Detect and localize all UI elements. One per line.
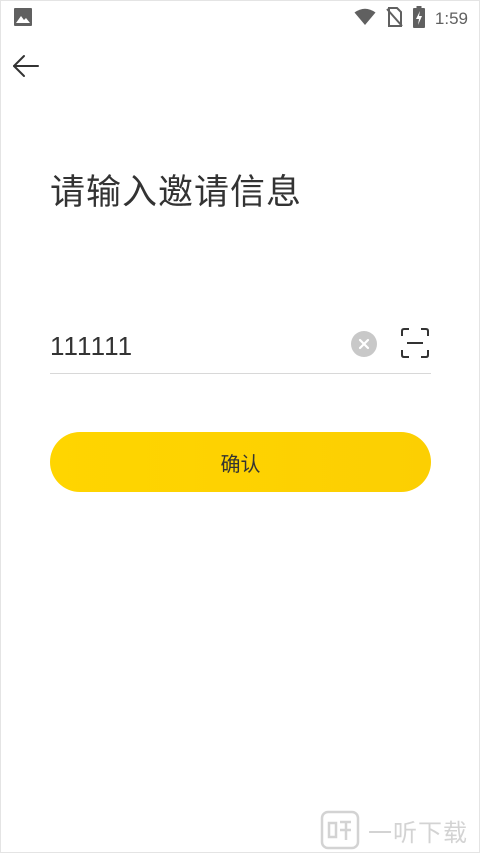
status-bar: 1:59 <box>0 0 480 34</box>
confirm-button-label: 确认 <box>220 451 261 476</box>
confirm-button[interactable]: 确认 <box>50 432 431 492</box>
back-button[interactable] <box>8 50 46 82</box>
watermark-logo-icon <box>320 810 360 850</box>
scan-button[interactable] <box>400 327 430 359</box>
wifi-icon <box>354 8 376 30</box>
clear-button[interactable] <box>351 331 377 357</box>
invite-input-row <box>50 318 431 374</box>
screen-frame <box>0 0 480 853</box>
gallery-icon <box>13 7 33 31</box>
watermark: 一听下载 <box>320 810 468 850</box>
invite-code-input[interactable] <box>50 324 330 368</box>
back-arrow-icon <box>13 55 39 77</box>
scan-icon <box>401 328 429 358</box>
battery-charging-icon <box>412 6 425 32</box>
status-time: 1:59 <box>434 9 468 28</box>
page-title: 请输入邀请信息 <box>50 173 303 213</box>
clear-icon <box>358 338 370 350</box>
no-sim-icon <box>386 7 403 31</box>
watermark-text: 一听下载 <box>368 818 468 847</box>
